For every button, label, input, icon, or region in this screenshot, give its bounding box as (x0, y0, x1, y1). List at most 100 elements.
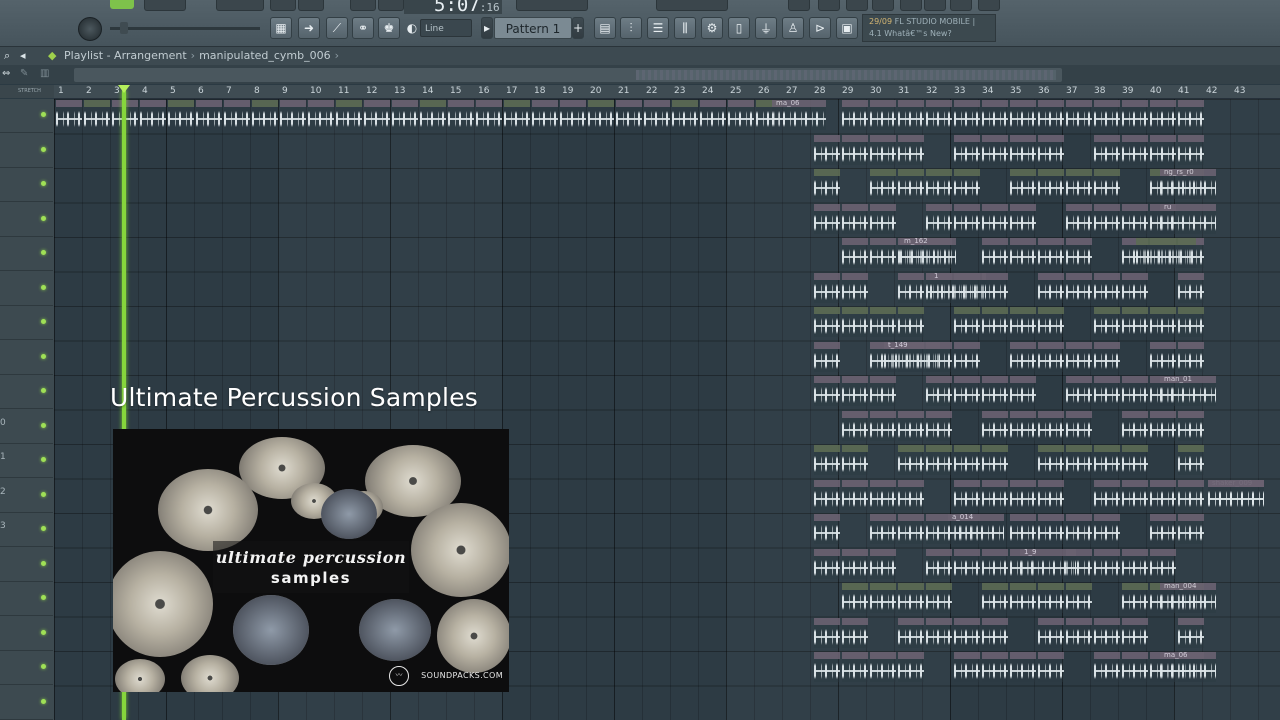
audio-clip[interactable] (1122, 272, 1148, 303)
transport-button[interactable] (378, 0, 404, 11)
track-enable-led[interactable] (41, 457, 46, 462)
audio-clip[interactable] (1094, 548, 1120, 579)
tempo-display[interactable] (216, 0, 264, 11)
audio-clip[interactable] (1010, 169, 1036, 199)
clip-header[interactable] (1010, 583, 1036, 590)
audio-clip[interactable] (926, 583, 952, 613)
news-panel[interactable]: 29/09 FL STUDIO MOBILE | 4.1 Whatâ€™s Ne… (862, 14, 996, 42)
browser-icon[interactable]: ⚙ (701, 17, 723, 39)
clip-header[interactable] (982, 652, 1008, 659)
clip-header[interactable] (1150, 479, 1176, 487)
piano-roll-icon[interactable]: ▦ (270, 17, 292, 39)
audio-clip[interactable] (982, 100, 1008, 130)
file-icon[interactable]: ▯ (728, 17, 750, 39)
audio-clip[interactable] (1150, 410, 1176, 441)
audio-clip[interactable] (898, 100, 924, 130)
clip-header[interactable] (982, 307, 1008, 314)
audio-clip[interactable] (1094, 169, 1120, 199)
clip-header[interactable] (870, 410, 896, 418)
brush-icon[interactable]: ⟋ (326, 17, 348, 39)
clip-header[interactable] (954, 100, 980, 107)
audio-clip[interactable] (982, 410, 1008, 441)
clip-header[interactable] (842, 307, 868, 314)
clip-header[interactable] (898, 514, 924, 521)
clip-header[interactable] (1122, 652, 1148, 659)
audio-clip[interactable] (504, 100, 530, 130)
audio-clip[interactable] (1094, 479, 1120, 510)
link-icon[interactable]: ⚭ (352, 17, 374, 39)
audio-clip[interactable] (982, 652, 1008, 682)
clip-header[interactable] (1178, 514, 1204, 521)
snap-arrows-icon[interactable]: ⇔ (2, 68, 10, 79)
audio-clip[interactable] (982, 617, 1008, 648)
clip-header[interactable] (954, 548, 980, 556)
audio-clip[interactable] (168, 100, 194, 130)
clip-header[interactable] (926, 583, 952, 590)
clip-header[interactable] (1122, 100, 1148, 107)
audio-clip[interactable] (1094, 100, 1120, 130)
audio-clip[interactable] (1178, 514, 1204, 544)
clip-header[interactable] (420, 100, 446, 107)
record-indicator[interactable] (110, 0, 134, 9)
clip-header[interactable] (954, 203, 980, 211)
clip-header[interactable] (532, 100, 558, 107)
clip-header[interactable] (954, 479, 980, 487)
clip-header[interactable] (1094, 307, 1120, 314)
pattern-name[interactable]: manipulated_cymb_006 (199, 49, 331, 62)
track-header[interactable]: 0 (0, 410, 53, 444)
clip-header[interactable] (1038, 238, 1064, 245)
clip-header[interactable] (842, 238, 868, 245)
audio-clip[interactable]: man_01 (1160, 376, 1216, 406)
clip-header[interactable] (870, 307, 896, 314)
audio-clip[interactable] (1038, 134, 1064, 165)
audio-clip[interactable] (954, 445, 980, 475)
clip-header[interactable] (898, 445, 924, 452)
audio-clip[interactable] (1038, 583, 1064, 613)
clip-header[interactable] (1094, 514, 1120, 521)
clip-header[interactable] (842, 100, 868, 107)
clip-header[interactable] (814, 548, 840, 556)
audio-clip[interactable] (926, 203, 952, 234)
song-time-display[interactable]: 5:07:16 (404, 0, 502, 14)
clip-header[interactable] (926, 548, 952, 556)
audio-clip[interactable] (870, 376, 896, 406)
audio-clip[interactable] (1094, 514, 1120, 544)
audio-clip[interactable] (870, 514, 896, 544)
toolbar-button[interactable] (950, 0, 972, 11)
audio-clip[interactable] (954, 169, 980, 199)
audio-clip[interactable] (1094, 617, 1120, 648)
audio-clip[interactable]: ma_06 (1160, 652, 1216, 682)
clip-header[interactable] (926, 617, 952, 625)
audio-clip[interactable] (1066, 445, 1092, 475)
track-enable-led[interactable] (41, 526, 46, 531)
clip-header[interactable] (982, 617, 1008, 625)
audio-clip[interactable] (1010, 514, 1036, 544)
clip-header[interactable] (870, 203, 896, 211)
clip-header[interactable] (898, 307, 924, 314)
audio-clip[interactable] (1038, 410, 1064, 441)
clip-header[interactable] (560, 100, 586, 107)
clip-header[interactable] (814, 134, 840, 142)
clip-header[interactable] (1066, 341, 1092, 349)
audio-clip[interactable] (1010, 583, 1036, 613)
audio-clip[interactable]: ng_rs_r0 (1160, 169, 1216, 199)
clip-header[interactable] (1094, 134, 1120, 142)
clip-header[interactable]: ma_06 (772, 100, 826, 107)
person-icon[interactable]: ♙ (782, 17, 804, 39)
clip-header[interactable] (84, 100, 110, 107)
audio-clip[interactable] (448, 100, 474, 130)
audio-clip[interactable] (926, 376, 952, 406)
audio-clip[interactable] (842, 100, 868, 130)
audio-clip[interactable] (898, 617, 924, 648)
audio-clip[interactable] (1038, 514, 1064, 544)
clip-header[interactable] (1150, 307, 1176, 314)
audio-clip[interactable] (1122, 307, 1148, 337)
track-header[interactable] (0, 237, 53, 271)
clip-header[interactable] (842, 410, 868, 418)
clip-header[interactable] (842, 134, 868, 142)
clip-header[interactable] (1066, 203, 1092, 211)
audio-clip[interactable] (84, 100, 110, 130)
clip-header[interactable] (814, 652, 840, 659)
clip-header[interactable] (898, 410, 924, 418)
audio-clip[interactable] (1038, 307, 1064, 337)
